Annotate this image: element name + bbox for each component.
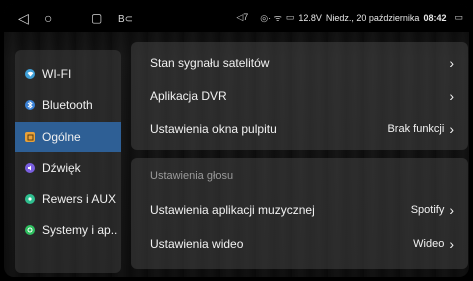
app-notification-icon: B⊂ xyxy=(118,14,134,25)
chevron-right-icon: › xyxy=(449,121,454,137)
back-button-icon[interactable]: ◁ xyxy=(18,10,29,26)
chevron-right-icon: › xyxy=(449,55,454,71)
row-label: Ustawienia okna pulpitu xyxy=(150,122,277,136)
row-dvr-app[interactable]: Aplikacja DVR › xyxy=(131,81,468,111)
sound-icon xyxy=(25,163,35,173)
general-settings-icon xyxy=(25,132,35,142)
settings-group-voice: Ustawienia głosu Ustawienia aplikacji mu… xyxy=(131,158,468,269)
chevron-right-icon: › xyxy=(449,202,454,218)
status-bar: ◁ ○ ▢ B⊂ ◁7 ◎· ᯤ ▭ 12.8V Niedz., 20 paźdz… xyxy=(4,4,469,32)
sidebar-item-label: Bluetooth xyxy=(42,98,93,112)
signal-icon: ◎· ᯤ xyxy=(260,13,282,23)
row-music-app[interactable]: Ustawienia aplikacji muzycznej Spotify › xyxy=(131,195,468,225)
sidebar-item-general[interactable]: Ogólne xyxy=(15,122,121,152)
volume-icon: ◁7 xyxy=(236,12,249,22)
chevron-right-icon: › xyxy=(449,88,454,104)
settings-group-general: Stan sygnału satelitów › Aplikacja DVR ›… xyxy=(131,42,468,150)
settings-sidebar: WI-FI Bluetooth Ogólne Dźwięk Rewers i A… xyxy=(15,50,121,273)
sidebar-item-label: Ogólne xyxy=(42,130,81,144)
sidebar-item-systems-apps[interactable]: Systemy i ap.. xyxy=(15,215,121,245)
bluetooth-icon xyxy=(25,100,35,110)
screen-mirror-icon[interactable]: ▭ xyxy=(454,12,463,23)
row-label: Ustawienia wideo xyxy=(150,237,244,251)
sidebar-item-sound[interactable]: Dźwięk xyxy=(15,153,121,183)
sidebar-item-reverse-aux[interactable]: Rewers i AUX xyxy=(15,184,121,214)
sidebar-item-bluetooth[interactable]: Bluetooth xyxy=(15,90,121,120)
row-value: Wideo xyxy=(413,238,445,250)
system-apps-icon xyxy=(25,225,35,235)
row-video-settings[interactable]: Ustawienia wideo Wideo › xyxy=(131,229,468,259)
status-time: 08:42 xyxy=(423,12,447,23)
home-button-icon[interactable]: ○ xyxy=(44,10,52,26)
sidebar-item-label: WI-FI xyxy=(42,67,72,81)
battery-icon: ▭ xyxy=(285,12,295,22)
row-desktop-window[interactable]: Ustawienia okna pulpitu Brak funkcji › xyxy=(131,114,468,144)
row-label: Ustawienia aplikacji muzycznej xyxy=(150,203,315,217)
row-value: Brak funkcji xyxy=(387,123,445,135)
row-satellite-signal[interactable]: Stan sygnału satelitów › xyxy=(131,48,468,78)
sidebar-item-wifi[interactable]: WI-FI xyxy=(15,59,121,89)
row-value: Spotify xyxy=(410,204,445,216)
wifi-icon xyxy=(25,69,35,79)
recent-apps-icon[interactable]: ▢ xyxy=(91,10,102,26)
reverse-camera-icon xyxy=(25,194,35,204)
row-label: Stan sygnału satelitów xyxy=(150,56,270,70)
settings-screen: ◁ ○ ▢ B⊂ ◁7 ◎· ᯤ ▭ 12.8V Niedz., 20 paźdz… xyxy=(4,4,469,277)
sidebar-item-label: Rewers i AUX xyxy=(42,192,117,206)
section-header: Ustawienia głosu xyxy=(150,170,234,182)
sidebar-item-label: Dźwięk xyxy=(42,161,81,175)
row-label: Aplikacja DVR xyxy=(150,89,227,103)
sidebar-item-label: Systemy i ap.. xyxy=(42,223,118,237)
status-date: Niedz., 20 października xyxy=(325,12,420,23)
status-indicators: ◁7 ◎· ᯤ ▭ 12.8V Niedz., 20 października 0… xyxy=(236,11,463,24)
chevron-right-icon: › xyxy=(449,236,454,252)
battery-voltage: 12.8V xyxy=(298,12,322,23)
